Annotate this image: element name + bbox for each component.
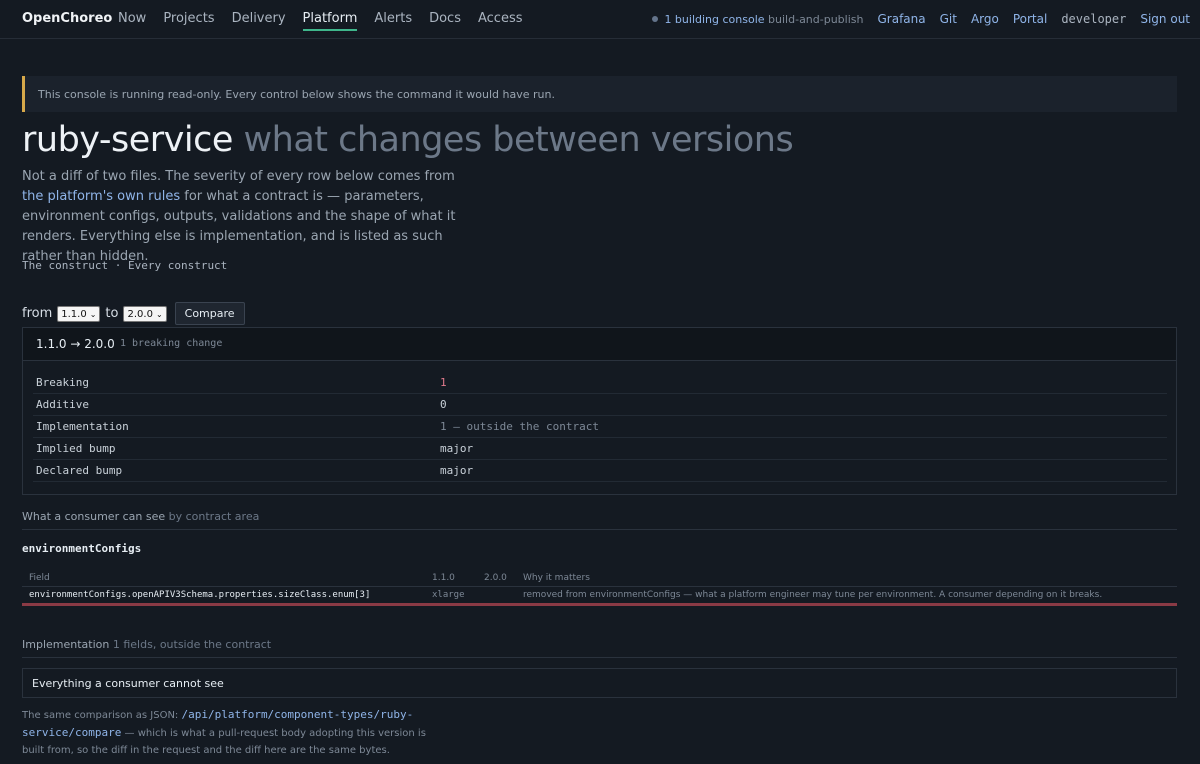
json-footer-note: The same comparison as JSON: /api/platfo… xyxy=(22,708,426,756)
implementation-details-toggle[interactable]: Everything a consumer cannot see xyxy=(22,668,1177,698)
nav-portal[interactable]: Portal xyxy=(1013,12,1047,26)
version-range: 1.1.0 → 2.0.0 xyxy=(36,337,115,351)
crumb-every-construct[interactable]: Every construct xyxy=(128,259,227,272)
build-status[interactable]: 1 building console build-and-publish xyxy=(652,13,863,26)
implementation-heading: Implementation 1 fields, outside the con… xyxy=(22,638,1177,658)
readonly-banner: This console is running read-only. Every… xyxy=(22,76,1177,112)
nav-right: 1 building console build-and-publish Gra… xyxy=(652,12,1190,26)
intro-text: Not a diff of two files. The severity of… xyxy=(22,169,456,264)
table-header: Field 1.1.0 2.0.0 Why it matters xyxy=(22,570,1177,587)
summary-header: 1.1.0 → 2.0.0 1 breaking change xyxy=(23,328,1176,361)
nav-delivery[interactable]: Delivery xyxy=(232,11,286,31)
nav-docs[interactable]: Docs xyxy=(429,11,461,31)
table-row: Declared bump major xyxy=(33,460,1167,482)
breaking-count: 1 breaking change xyxy=(120,338,223,349)
platform-rules-link[interactable]: the platform's own rules xyxy=(22,189,180,204)
table-row: environmentConfigs.openAPIV3Schema.prope… xyxy=(22,587,1177,606)
nav-now[interactable]: Now xyxy=(118,11,146,31)
contract-area-title: environmentConfigs xyxy=(22,542,142,555)
from-version-select[interactable]: 1.1.0 ⌄ xyxy=(57,305,101,322)
compare-form: from 1.1.0 ⌄ to 2.0.0 ⌄ Compare xyxy=(22,302,245,325)
nav-access[interactable]: Access xyxy=(478,11,523,31)
brand-logo[interactable]: OpenChoreo xyxy=(22,11,112,26)
page-title: ruby-service what changes between versio… xyxy=(22,120,794,160)
crumb-construct[interactable]: The construct xyxy=(22,259,108,272)
status-dot-icon xyxy=(652,15,659,22)
changes-table: Field 1.1.0 2.0.0 Why it matters environ… xyxy=(22,570,1177,606)
consumer-section-heading: What a consumer can see by contract area xyxy=(22,510,1177,530)
table-row: Implied bump major xyxy=(33,438,1167,460)
banner-text: This console is running read-only. Every… xyxy=(38,88,555,101)
to-version-select[interactable]: 2.0.0 ⌄ xyxy=(123,305,167,322)
chevron-down-icon: ⌄ xyxy=(155,309,163,319)
nav-projects[interactable]: Projects xyxy=(163,11,214,31)
user-name: developer xyxy=(1061,12,1127,26)
chevron-down-icon: ⌄ xyxy=(89,309,97,319)
summary-panel: 1.1.0 → 2.0.0 1 breaking change Breaking… xyxy=(22,327,1177,495)
table-row: Breaking 1 xyxy=(33,372,1167,394)
compare-button[interactable]: Compare xyxy=(174,302,245,325)
nav-links: Now Projects Delivery Platform Alerts Do… xyxy=(118,11,523,31)
nav-platform[interactable]: Platform xyxy=(302,11,358,31)
nav-git[interactable]: Git xyxy=(940,12,957,26)
nav-alerts[interactable]: Alerts xyxy=(374,11,412,31)
breadcrumb: The construct · Every construct xyxy=(22,259,228,272)
top-nav: OpenChoreo Now Projects Delivery Platfor… xyxy=(0,0,1200,39)
table-row: Additive 0 xyxy=(33,394,1167,416)
nav-argo[interactable]: Argo xyxy=(971,12,999,26)
summary-table: Breaking 1 Additive 0 Implementation 1 — ou… xyxy=(33,372,1167,482)
table-row: Implementation 1 — outside the contract xyxy=(33,416,1167,438)
nav-grafana[interactable]: Grafana xyxy=(877,12,925,26)
sign-out-link[interactable]: Sign out xyxy=(1140,12,1190,26)
